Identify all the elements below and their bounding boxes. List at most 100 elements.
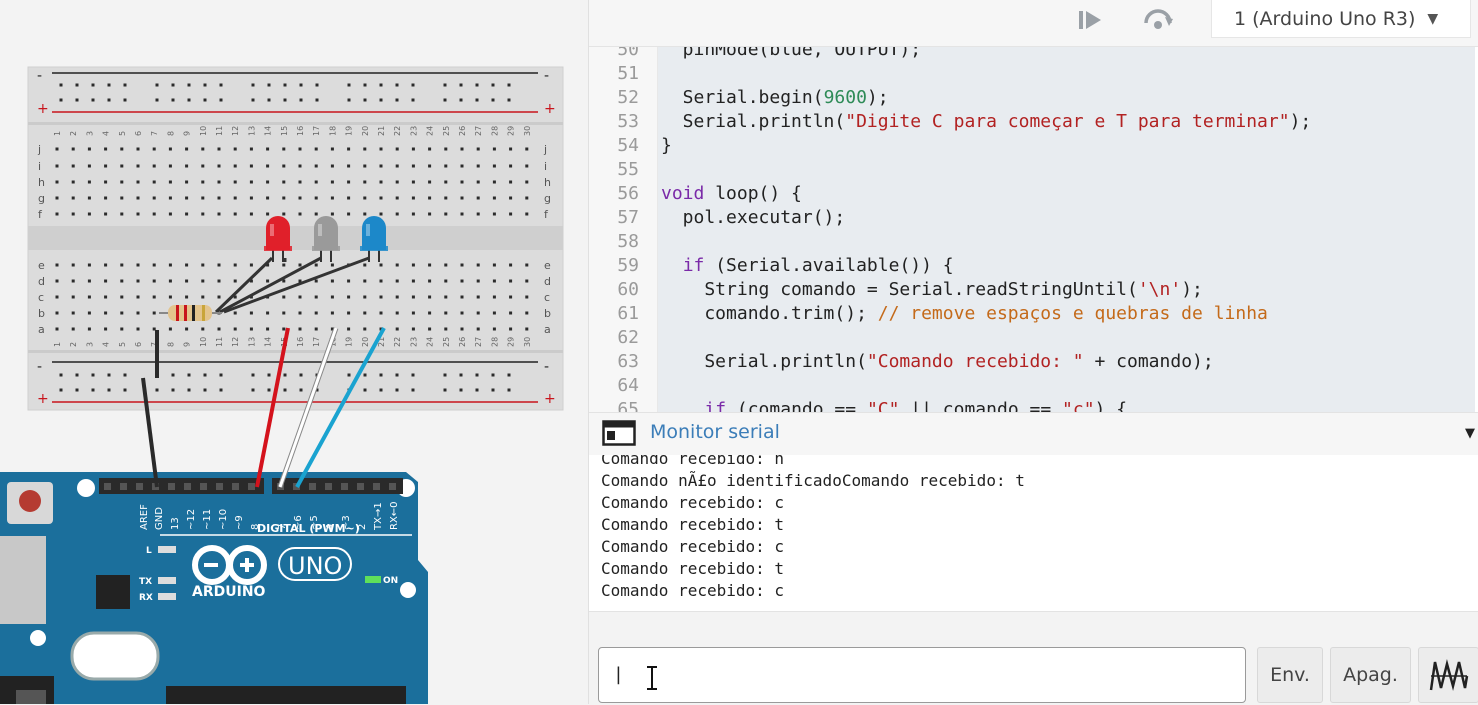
breadboard-hole: [314, 311, 318, 315]
header-right: [272, 478, 403, 494]
column-number: 16: [296, 126, 305, 136]
code-editor[interactable]: 50 pinMode(blue, OUTPUT); 51 52 Serial.beg…: [589, 47, 1478, 412]
row-letter: c: [544, 291, 550, 304]
breadboard-hole: [363, 295, 367, 299]
header-pin: [104, 483, 111, 490]
breadboard-hole: [168, 147, 172, 151]
column-number: 27: [474, 337, 483, 347]
breadboard-hole: [55, 279, 59, 283]
breadboard-hole: [509, 212, 513, 216]
line-number: 60: [617, 279, 639, 300]
reset-icon[interactable]: [1138, 0, 1178, 40]
on-label: ON: [383, 576, 398, 586]
breadboard-hole: [152, 311, 156, 315]
breadboard-hole: [379, 180, 383, 184]
breadboard-hole: [168, 212, 172, 216]
board-select[interactable]: 1 (Arduino Uno R3) ▼: [1211, 0, 1471, 38]
editor-toolbar: 1 (Arduino Uno R3) ▼: [589, 0, 1478, 47]
header-pin: [341, 483, 348, 490]
clear-button[interactable]: Apag.: [1330, 647, 1411, 703]
rail-hole: [187, 388, 191, 392]
led-white[interactable]: [314, 216, 338, 250]
breadboard-hole: [411, 147, 415, 151]
breadboard-hole: [347, 147, 351, 151]
column-number: 23: [409, 126, 418, 136]
column-number: 22: [393, 126, 402, 136]
step-icon[interactable]: [1071, 0, 1111, 40]
breadboard-hole: [525, 147, 529, 151]
breadboard-hole: [314, 164, 318, 168]
breadboard-hole: [476, 263, 480, 267]
row-letter: g: [544, 192, 551, 205]
column-number: 7: [150, 131, 159, 136]
rail-polarity-label: -: [544, 68, 549, 84]
serial-input[interactable]: |: [598, 647, 1246, 703]
breadboard-hole: [509, 180, 513, 184]
code-token: || comando ==: [899, 399, 1063, 412]
breadboard-hole: [509, 147, 513, 151]
plotter-button[interactable]: [1418, 647, 1478, 703]
breadboard-hole: [428, 295, 432, 299]
rail-hole: [219, 373, 223, 377]
column-number: 22: [393, 337, 402, 347]
led-red[interactable]: [266, 216, 290, 250]
mounting-hole: [30, 630, 46, 646]
column-number: 10: [199, 126, 208, 136]
column-number: 13: [247, 337, 256, 347]
breadboard-hole: [525, 212, 529, 216]
circuit-canvas[interactable]: - - + + - - + + j j i i h h g g f f e e d d c c b b a a 1 1 2 2 3 3 4 4 5 5 6 6…: [0, 0, 588, 704]
breadboard-hole: [233, 164, 237, 168]
breadboard-hole: [55, 295, 59, 299]
breadboard-hole: [201, 164, 205, 168]
breadboard-hole: [104, 295, 108, 299]
breadboard-hole: [525, 295, 529, 299]
breadboard-hole: [104, 164, 108, 168]
led-blue[interactable]: [362, 216, 386, 250]
breadboard-hole: [363, 180, 367, 184]
breadboard-hole: [492, 327, 496, 331]
breadboard-hole: [428, 279, 432, 283]
code-line: 58: [589, 230, 1478, 254]
line-number: 57: [617, 207, 639, 228]
breadboard-hole: [395, 212, 399, 216]
breadboard-hole: [509, 311, 513, 315]
breadboard-hole: [460, 327, 464, 331]
column-number: 2: [69, 131, 78, 136]
send-button[interactable]: Env.: [1257, 647, 1323, 703]
pin-label: ~9: [234, 515, 245, 530]
serial-monitor-title[interactable]: Monitor serial: [650, 421, 780, 443]
code-line: 50 pinMode(blue, OUTPUT);: [589, 47, 1478, 62]
line-number: 54: [617, 135, 639, 156]
breadboard-hole: [330, 279, 334, 283]
serial-output: Comando recebido: n Comando nÃ£o identifi…: [589, 455, 1478, 611]
breadboard-hole: [411, 263, 415, 267]
resistor[interactable]: [168, 305, 212, 321]
breadboard-hole: [120, 164, 124, 168]
code-token: + comando);: [1083, 351, 1214, 372]
code-token: loop() {: [704, 183, 802, 204]
code-line: 52 Serial.begin(9600);: [589, 86, 1478, 110]
breadboard-hole: [492, 263, 496, 267]
reset-button-cap[interactable]: [19, 490, 41, 512]
pin-label: 13: [170, 517, 181, 530]
pin-label: AREF: [139, 504, 150, 530]
rail-polarity-label: +: [544, 391, 556, 407]
code-line: 65 if (comando == "C" || comando == "c")…: [589, 398, 1478, 412]
rail-hole: [187, 98, 191, 102]
breadboard-hole: [492, 147, 496, 151]
led-highlight: [318, 224, 322, 236]
code-token: // remove espaços e quebras de linha: [877, 303, 1268, 324]
column-number: 16: [296, 337, 305, 347]
breadboard-center-channel: [28, 226, 563, 250]
breadboard-hole: [201, 180, 205, 184]
breadboard-hole: [249, 327, 253, 331]
breadboard-hole: [492, 279, 496, 283]
breadboard-hole: [379, 212, 383, 216]
column-number: 29: [507, 337, 516, 347]
breadboard-hole: [476, 147, 480, 151]
breadboard-hole: [298, 311, 302, 315]
breadboard-hole: [395, 279, 399, 283]
collapse-icon[interactable]: ▼: [1465, 426, 1475, 441]
breadboard-hole: [55, 263, 59, 267]
